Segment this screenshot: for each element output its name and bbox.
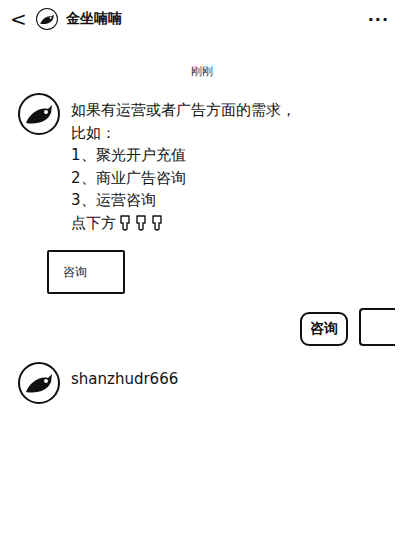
message-line: 3、运营咨询 xyxy=(71,189,296,212)
message-text[interactable]: shanzhudr666 xyxy=(71,362,178,391)
user-avatar[interactable] xyxy=(359,308,395,346)
avatar-icon[interactable] xyxy=(36,8,58,30)
message-row: 咨询 xyxy=(0,250,403,294)
pointing-down-icon xyxy=(134,215,148,231)
back-button[interactable]: < xyxy=(10,9,28,29)
timestamp: 刚刚 xyxy=(0,64,403,79)
message-line: 比如： xyxy=(71,122,296,145)
message-line: 点下方 xyxy=(71,212,296,235)
message-row: 咨询 xyxy=(0,308,403,346)
message-row: shanzhudr666 xyxy=(0,362,403,404)
message-text[interactable]: 如果有运营或者广告方面的需求，比如：1、聚光开户充值2、商业广告咨询3、运营咨询… xyxy=(71,93,296,234)
message-bubble[interactable]: 咨询 xyxy=(300,312,348,346)
avatar-icon[interactable] xyxy=(18,93,60,135)
chat-header: < 金坐喃喃 ··· xyxy=(0,0,403,38)
chat-title: 金坐喃喃 xyxy=(66,10,360,28)
pointing-down-icon xyxy=(118,215,132,231)
message-line: 1、聚光开户充值 xyxy=(71,144,296,167)
more-button[interactable]: ··· xyxy=(368,10,393,29)
message-row: 如果有运营或者广告方面的需求，比如：1、聚光开户充值2、商业广告咨询3、运营咨询… xyxy=(0,93,403,234)
message-line: 2、商业广告咨询 xyxy=(71,167,296,190)
message-line: shanzhudr666 xyxy=(71,368,178,391)
avatar-icon[interactable] xyxy=(18,362,60,404)
chat-page: < 金坐喃喃 ··· 刚刚如果有运营或者广告方面的需求，比如：1、聚光开户充值2、商业… xyxy=(0,0,403,552)
consult-button[interactable]: 咨询 xyxy=(47,250,125,294)
message-line: 如果有运营或者广告方面的需求， xyxy=(71,99,296,122)
pointing-down-icon xyxy=(150,215,164,231)
